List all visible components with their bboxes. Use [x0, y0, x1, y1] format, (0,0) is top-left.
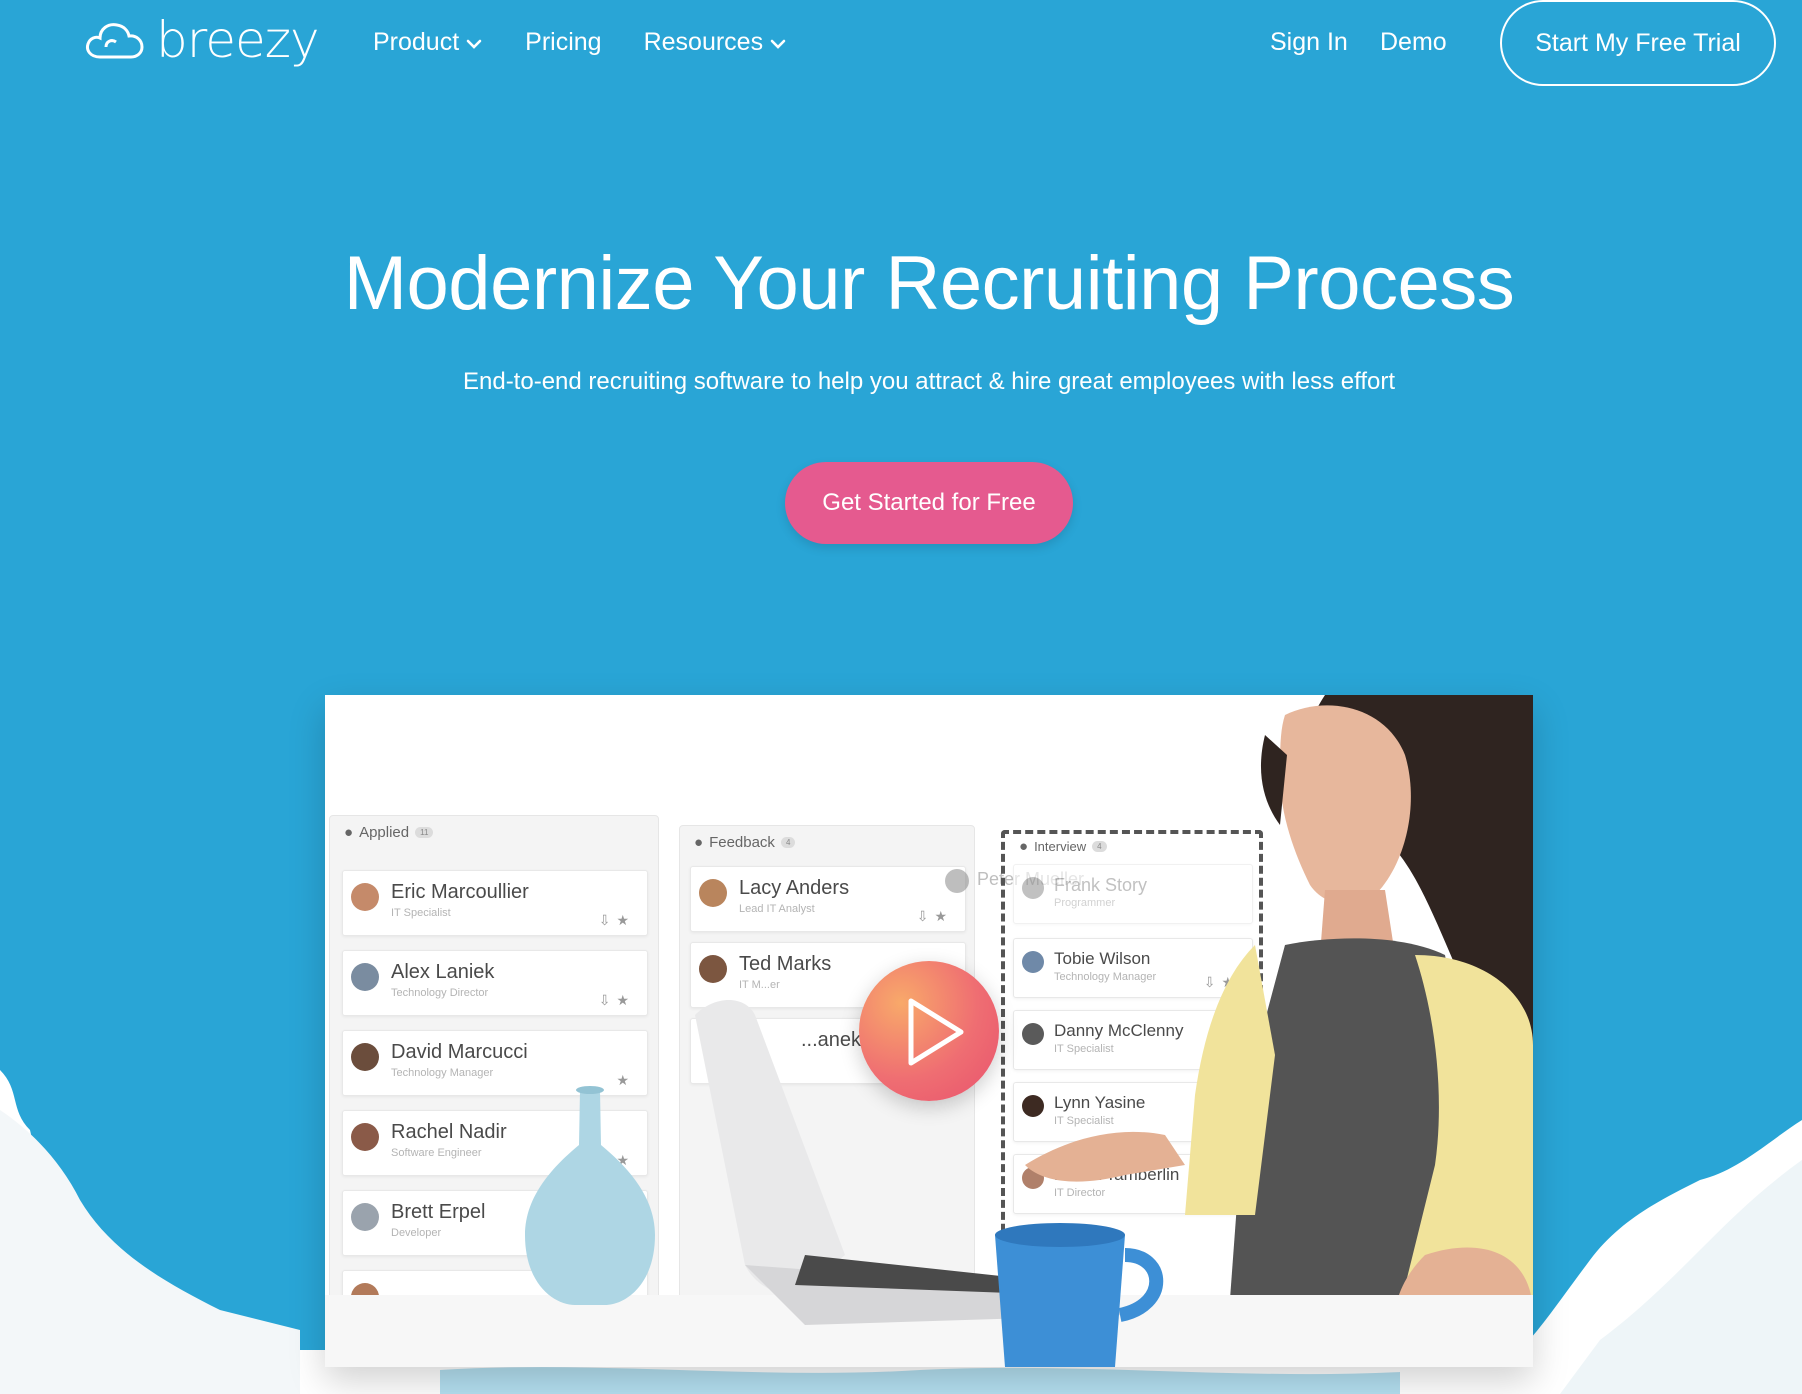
- nav-resources-label: Resources: [643, 28, 764, 56]
- nav-resources[interactable]: Resources: [644, 22, 788, 62]
- sign-in-link[interactable]: Sign In: [1270, 22, 1348, 62]
- play-icon: [908, 998, 964, 1066]
- demo-link[interactable]: Demo: [1380, 22, 1447, 62]
- chevron-down-icon: [770, 39, 786, 49]
- play-button[interactable]: [859, 961, 999, 1101]
- brand-name: breezy: [156, 11, 320, 69]
- get-started-button[interactable]: Get Started for Free: [785, 462, 1073, 544]
- nav-pricing-label: Pricing: [525, 28, 602, 56]
- brand-logo[interactable]: breezy: [84, 10, 320, 70]
- chevron-down-icon: [466, 39, 482, 49]
- nav-product[interactable]: Product: [373, 22, 483, 62]
- top-navigation: breezy Product Pricing Resources Sign In…: [0, 0, 1802, 90]
- product-video[interactable]: ● Applied 11 Eric Marcoullier IT Special…: [325, 695, 1533, 1367]
- start-free-trial-button[interactable]: Start My Free Trial: [1500, 0, 1776, 86]
- main-menu: Product Pricing Resources: [373, 22, 829, 62]
- nav-pricing[interactable]: Pricing: [525, 22, 601, 62]
- nav-product-label: Product: [373, 28, 460, 56]
- cloud-icon: [86, 23, 144, 59]
- hero-subtitle: End-to-end recruiting software to help y…: [462, 368, 1396, 395]
- hero-title: Modernize Your Recruiting Process: [343, 241, 1515, 326]
